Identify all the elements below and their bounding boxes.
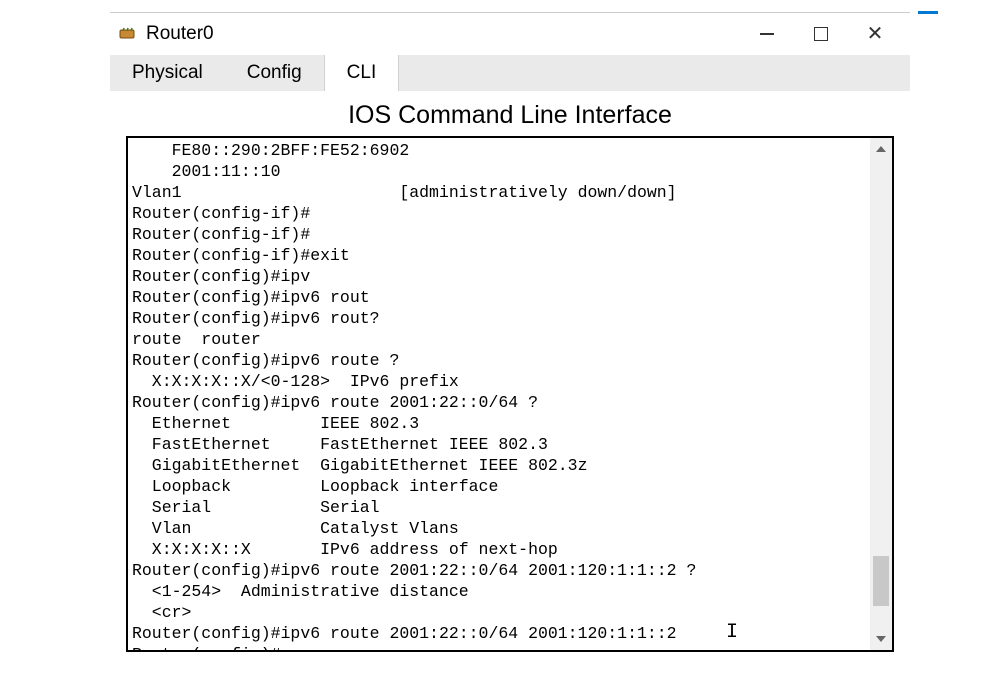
scroll-thumb[interactable] (873, 556, 889, 606)
close-button[interactable]: ✕ (862, 21, 888, 47)
scrollbar[interactable] (870, 138, 892, 650)
minimize-button[interactable] (754, 21, 780, 47)
cli-heading: IOS Command Line Interface (110, 101, 910, 130)
minimize-icon (760, 33, 774, 35)
router-window: Router0 ✕ Physical Config CLI IOS Comman… (110, 12, 910, 652)
scroll-up-button[interactable] (870, 138, 892, 160)
tab-cli[interactable]: CLI (324, 55, 400, 91)
tab-bar: Physical Config CLI (110, 55, 910, 91)
close-icon: ✕ (867, 24, 884, 44)
text-cursor-icon: I (726, 621, 738, 644)
cli-area: FE80::290:2BFF:FE52:6902 2001:11::10 Vla… (126, 136, 894, 652)
titlebar[interactable]: Router0 ✕ (110, 13, 910, 55)
tab-config[interactable]: Config (225, 55, 324, 91)
maximize-button[interactable] (808, 21, 834, 47)
cli-output[interactable]: FE80::290:2BFF:FE52:6902 2001:11::10 Vla… (128, 138, 892, 652)
cli-terminal[interactable]: FE80::290:2BFF:FE52:6902 2001:11::10 Vla… (126, 136, 894, 652)
scroll-down-button[interactable] (870, 628, 892, 650)
router-icon (118, 24, 138, 44)
scroll-track[interactable] (870, 160, 892, 628)
window-controls: ✕ (754, 21, 910, 47)
maximize-icon (814, 27, 828, 41)
window-title: Router0 (146, 23, 754, 45)
top-accent (918, 11, 938, 14)
tab-physical[interactable]: Physical (110, 55, 225, 91)
